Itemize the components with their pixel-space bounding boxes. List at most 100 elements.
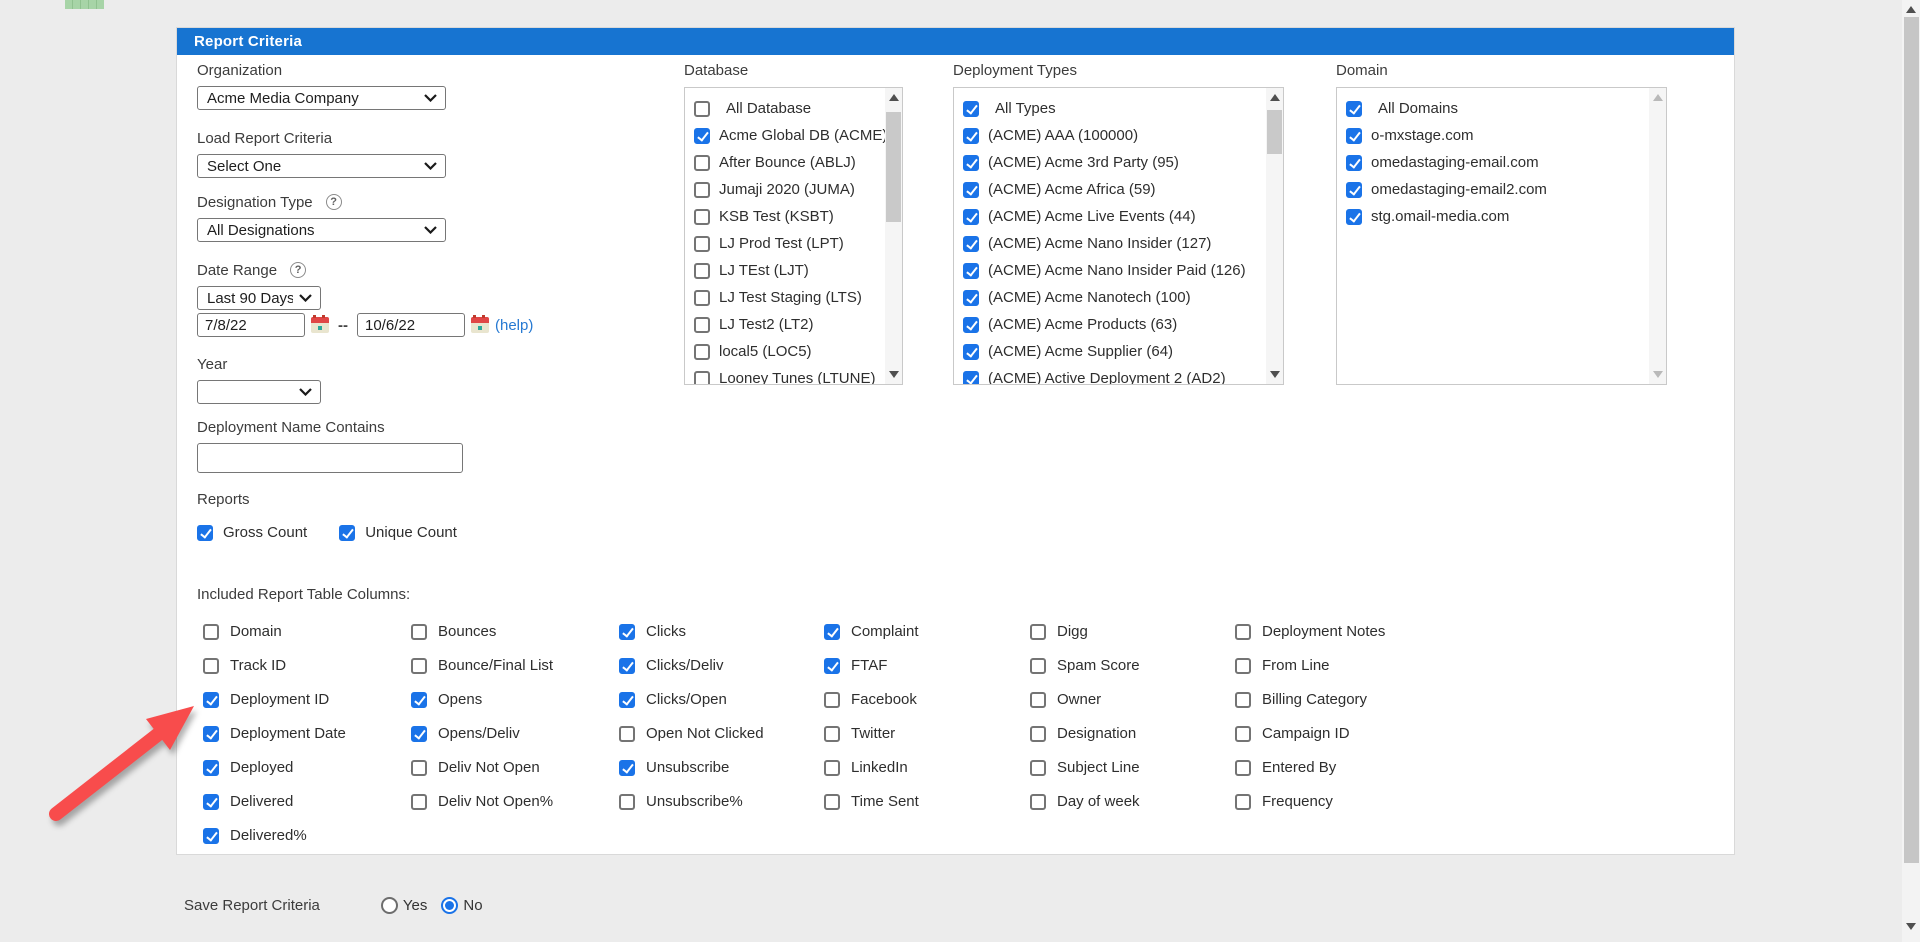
load-report-criteria-select[interactable]: Select One xyxy=(197,154,446,178)
scroll-up-icon[interactable] xyxy=(889,94,899,101)
deployment-types-scrollbar[interactable] xyxy=(1266,88,1283,384)
checkbox[interactable] xyxy=(339,525,355,541)
list-item[interactable]: (ACME) Acme Nanotech (100) xyxy=(963,284,1283,311)
report-option[interactable]: Gross Count xyxy=(197,524,307,541)
list-item[interactable]: (ACME) Acme Supplier (64) xyxy=(963,338,1283,365)
column-option[interactable]: Complaint xyxy=(824,621,919,642)
column-option[interactable]: From Line xyxy=(1235,655,1385,676)
checkbox[interactable] xyxy=(203,658,219,674)
designation-type-help-icon[interactable]: ? xyxy=(323,191,345,213)
organization-select[interactable]: Acme Media Company xyxy=(197,86,446,110)
end-date-input[interactable] xyxy=(357,313,465,337)
scrollbar-thumb[interactable] xyxy=(886,112,901,222)
list-item[interactable]: (ACME) Acme Nano Insider Paid (126) xyxy=(963,257,1283,284)
checkbox[interactable] xyxy=(824,624,840,640)
checkbox[interactable] xyxy=(694,101,710,117)
checkbox[interactable] xyxy=(203,692,219,708)
column-option[interactable]: Twitter xyxy=(824,723,919,744)
checkbox[interactable] xyxy=(963,317,979,333)
checkbox[interactable] xyxy=(619,760,635,776)
list-item[interactable]: local5 (LOC5) xyxy=(694,338,902,365)
list-item[interactable]: Acme Global DB (ACME) xyxy=(694,122,902,149)
checkbox[interactable] xyxy=(1235,726,1251,742)
checkbox[interactable] xyxy=(694,371,710,386)
checkbox[interactable] xyxy=(963,371,979,386)
checkbox[interactable] xyxy=(197,525,213,541)
checkbox[interactable] xyxy=(824,726,840,742)
checkbox[interactable] xyxy=(963,344,979,360)
checkbox[interactable] xyxy=(411,624,427,640)
column-option[interactable]: Entered By xyxy=(1235,757,1385,778)
checkbox[interactable] xyxy=(203,828,219,844)
checkbox[interactable] xyxy=(1030,794,1046,810)
start-date-input[interactable] xyxy=(197,313,305,337)
deployment-name-input[interactable] xyxy=(197,443,463,473)
checkbox[interactable] xyxy=(203,624,219,640)
calendar-icon[interactable] xyxy=(311,317,329,333)
column-option[interactable]: Open Not Clicked xyxy=(619,723,764,744)
scrollbar-thumb[interactable] xyxy=(1267,110,1282,154)
column-option[interactable]: Deployment Notes xyxy=(1235,621,1385,642)
calendar-icon[interactable] xyxy=(471,317,489,333)
list-item[interactable]: (ACME) Acme 3rd Party (95) xyxy=(963,149,1283,176)
checkbox[interactable] xyxy=(1030,692,1046,708)
checkbox[interactable] xyxy=(1030,624,1046,640)
checkbox[interactable] xyxy=(1030,760,1046,776)
column-option[interactable]: Clicks/Deliv xyxy=(619,655,764,676)
date-range-preset-select[interactable]: Last 90 Days xyxy=(197,286,321,310)
checkbox[interactable] xyxy=(619,726,635,742)
column-option[interactable]: Unsubscribe% xyxy=(619,791,764,812)
list-item[interactable]: LJ Test Staging (LTS) xyxy=(694,284,902,311)
column-option[interactable]: Facebook xyxy=(824,689,919,710)
scroll-up-icon[interactable] xyxy=(1906,6,1916,13)
checkbox[interactable] xyxy=(824,794,840,810)
checkbox[interactable] xyxy=(619,624,635,640)
checkbox[interactable] xyxy=(203,760,219,776)
list-item[interactable]: stg.omail-media.com xyxy=(1346,203,1666,230)
list-item[interactable]: All Database xyxy=(694,95,902,122)
list-item[interactable]: o-mxstage.com xyxy=(1346,122,1666,149)
checkbox[interactable] xyxy=(1346,182,1362,198)
checkbox[interactable] xyxy=(694,209,710,225)
list-item[interactable]: LJ Prod Test (LPT) xyxy=(694,230,902,257)
checkbox[interactable] xyxy=(411,794,427,810)
checkbox[interactable] xyxy=(411,692,427,708)
save-option[interactable]: Yes xyxy=(381,897,427,914)
column-option[interactable]: Deliv Not Open% xyxy=(411,791,553,812)
checkbox[interactable] xyxy=(1346,209,1362,225)
list-item[interactable]: Jumaji 2020 (JUMA) xyxy=(694,176,902,203)
scroll-down-icon[interactable] xyxy=(1270,371,1280,378)
column-option[interactable]: Deployed xyxy=(203,757,346,778)
checkbox[interactable] xyxy=(1235,624,1251,640)
checkbox[interactable] xyxy=(411,726,427,742)
page-scrollbar[interactable] xyxy=(1902,0,1920,942)
checkbox[interactable] xyxy=(694,236,710,252)
column-option[interactable]: Bounce/Final List xyxy=(411,655,553,676)
column-option[interactable]: Deliv Not Open xyxy=(411,757,553,778)
checkbox[interactable] xyxy=(963,236,979,252)
list-item[interactable]: omedastaging-email.com xyxy=(1346,149,1666,176)
column-option[interactable]: Spam Score xyxy=(1030,655,1140,676)
column-option[interactable]: FTAF xyxy=(824,655,919,676)
checkbox[interactable] xyxy=(619,692,635,708)
database-scrollbar[interactable] xyxy=(885,88,902,384)
list-item[interactable]: LJ TEst (LJT) xyxy=(694,257,902,284)
list-item[interactable]: Looney Tunes (LTUNE) xyxy=(694,365,902,385)
checkbox[interactable] xyxy=(963,182,979,198)
column-option[interactable]: Subject Line xyxy=(1030,757,1140,778)
designation-type-select[interactable]: All Designations xyxy=(197,218,446,242)
checkbox[interactable] xyxy=(694,290,710,306)
column-option[interactable]: Opens xyxy=(411,689,553,710)
list-item[interactable]: All Types xyxy=(963,95,1283,122)
column-option[interactable]: Opens/Deliv xyxy=(411,723,553,744)
checkbox[interactable] xyxy=(963,209,979,225)
checkbox[interactable] xyxy=(1235,692,1251,708)
checkbox[interactable] xyxy=(411,760,427,776)
column-option[interactable]: Campaign ID xyxy=(1235,723,1385,744)
checkbox[interactable] xyxy=(203,794,219,810)
column-option[interactable]: Clicks xyxy=(619,621,764,642)
checkbox[interactable] xyxy=(963,101,979,117)
checkbox[interactable] xyxy=(694,128,710,144)
column-option[interactable]: Billing Category xyxy=(1235,689,1385,710)
column-option[interactable]: Digg xyxy=(1030,621,1140,642)
